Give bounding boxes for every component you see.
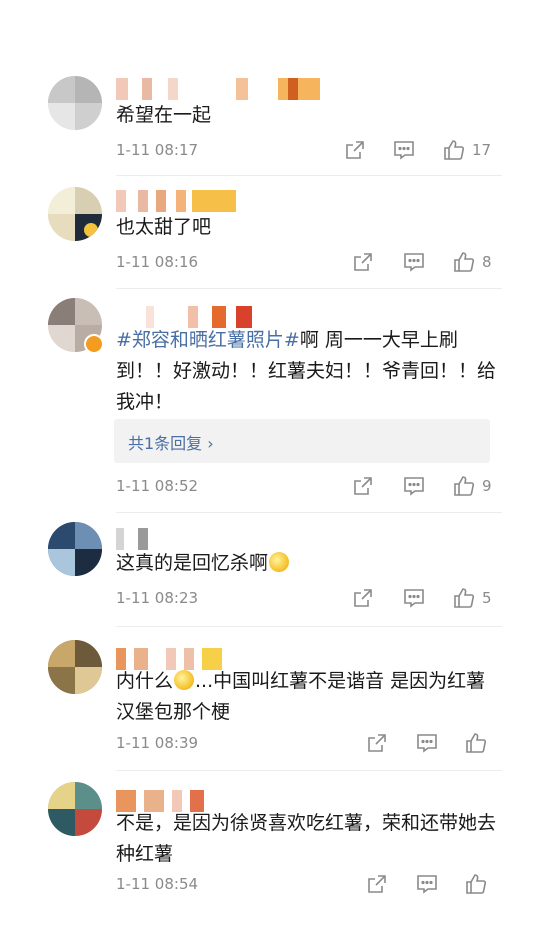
comment-time: 1-11 08:39 <box>116 734 199 752</box>
share-button[interactable] <box>352 251 374 273</box>
divider <box>116 770 502 771</box>
comment-time: 1-11 08:52 <box>116 477 199 495</box>
divider <box>116 288 502 289</box>
share-icon <box>354 589 372 607</box>
verified-badge <box>84 334 104 354</box>
like-icon <box>444 140 465 160</box>
avatar[interactable] <box>48 522 102 576</box>
like-button[interactable] <box>464 731 488 755</box>
comment-button[interactable] <box>402 251 426 273</box>
replies-count-label: 共1条回复 › <box>128 434 214 453</box>
username-pixelated[interactable] <box>116 190 246 212</box>
comment-button[interactable] <box>415 732 439 754</box>
comment-icon <box>404 589 424 608</box>
comment-icon <box>394 141 414 160</box>
comment-icon <box>417 734 437 753</box>
like-count: 5 <box>482 589 492 607</box>
comment-time: 1-11 08:54 <box>116 875 199 893</box>
like-count: 17 <box>472 141 492 159</box>
like-icon <box>454 588 475 608</box>
like-button[interactable]: 8 <box>452 250 492 274</box>
comment-button[interactable] <box>402 475 426 497</box>
username-pixelated[interactable] <box>116 78 326 100</box>
like-button[interactable]: 17 <box>442 138 491 162</box>
avatar[interactable] <box>48 640 102 694</box>
avatar[interactable] <box>48 76 102 130</box>
share-icon <box>368 875 386 893</box>
like-button[interactable]: 9 <box>452 474 492 498</box>
comment-button[interactable] <box>392 139 416 161</box>
comment-text: 这真的是回忆杀啊 <box>116 548 496 579</box>
comment-text: 希望在一起 <box>116 104 212 126</box>
comment-time: 1-11 08:16 <box>116 253 199 271</box>
share-button[interactable] <box>344 139 366 161</box>
like-count: 8 <box>482 253 492 271</box>
share-button[interactable] <box>366 873 388 895</box>
share-icon <box>346 141 364 159</box>
divider <box>116 626 502 627</box>
like-icon <box>466 733 487 753</box>
share-button[interactable] <box>366 732 388 754</box>
comment-icon <box>404 253 424 272</box>
share-button[interactable] <box>352 475 374 497</box>
comment-time: 1-11 08:23 <box>116 589 199 607</box>
emoji-cry-icon <box>269 552 290 572</box>
share-icon <box>354 477 372 495</box>
comment-text: 也太甜了吧 <box>116 216 212 238</box>
like-icon <box>454 252 475 272</box>
comment-text: 不是，是因为徐贤喜欢吃红薯，荣和还带她去种红薯 <box>116 812 497 865</box>
topic-hashtag-link[interactable]: #郑容和晒红薯照片# <box>116 329 300 351</box>
replies-link[interactable]: 共1条回复 › <box>114 419 490 463</box>
comment-button[interactable] <box>402 587 426 609</box>
divider <box>116 512 502 513</box>
comment-time: 1-11 08:17 <box>116 141 199 159</box>
avatar[interactable] <box>48 782 102 836</box>
comment-button[interactable] <box>415 873 439 895</box>
like-count: 9 <box>482 477 492 495</box>
like-icon <box>454 476 475 496</box>
like-button[interactable] <box>464 872 488 896</box>
like-icon <box>466 874 487 894</box>
divider <box>116 175 502 176</box>
avatar[interactable] <box>48 187 102 241</box>
comment-text: 内什么 ...中国叫红薯不是谐音 是因为红薯汉堡包那个梗 <box>116 670 486 723</box>
share-button[interactable] <box>352 587 374 609</box>
emoji-laugh-icon <box>174 670 195 690</box>
like-button[interactable]: 5 <box>452 586 492 610</box>
comment-icon <box>404 477 424 496</box>
share-icon <box>368 734 386 752</box>
comment-text: #郑容和晒红薯照片#啊 周一一大早上刷到！！好激动！！红薯夫妇！！爷青回！！给我… <box>116 329 497 413</box>
comment-icon <box>417 875 437 894</box>
username-pixelated[interactable] <box>116 528 156 550</box>
share-icon <box>354 253 372 271</box>
